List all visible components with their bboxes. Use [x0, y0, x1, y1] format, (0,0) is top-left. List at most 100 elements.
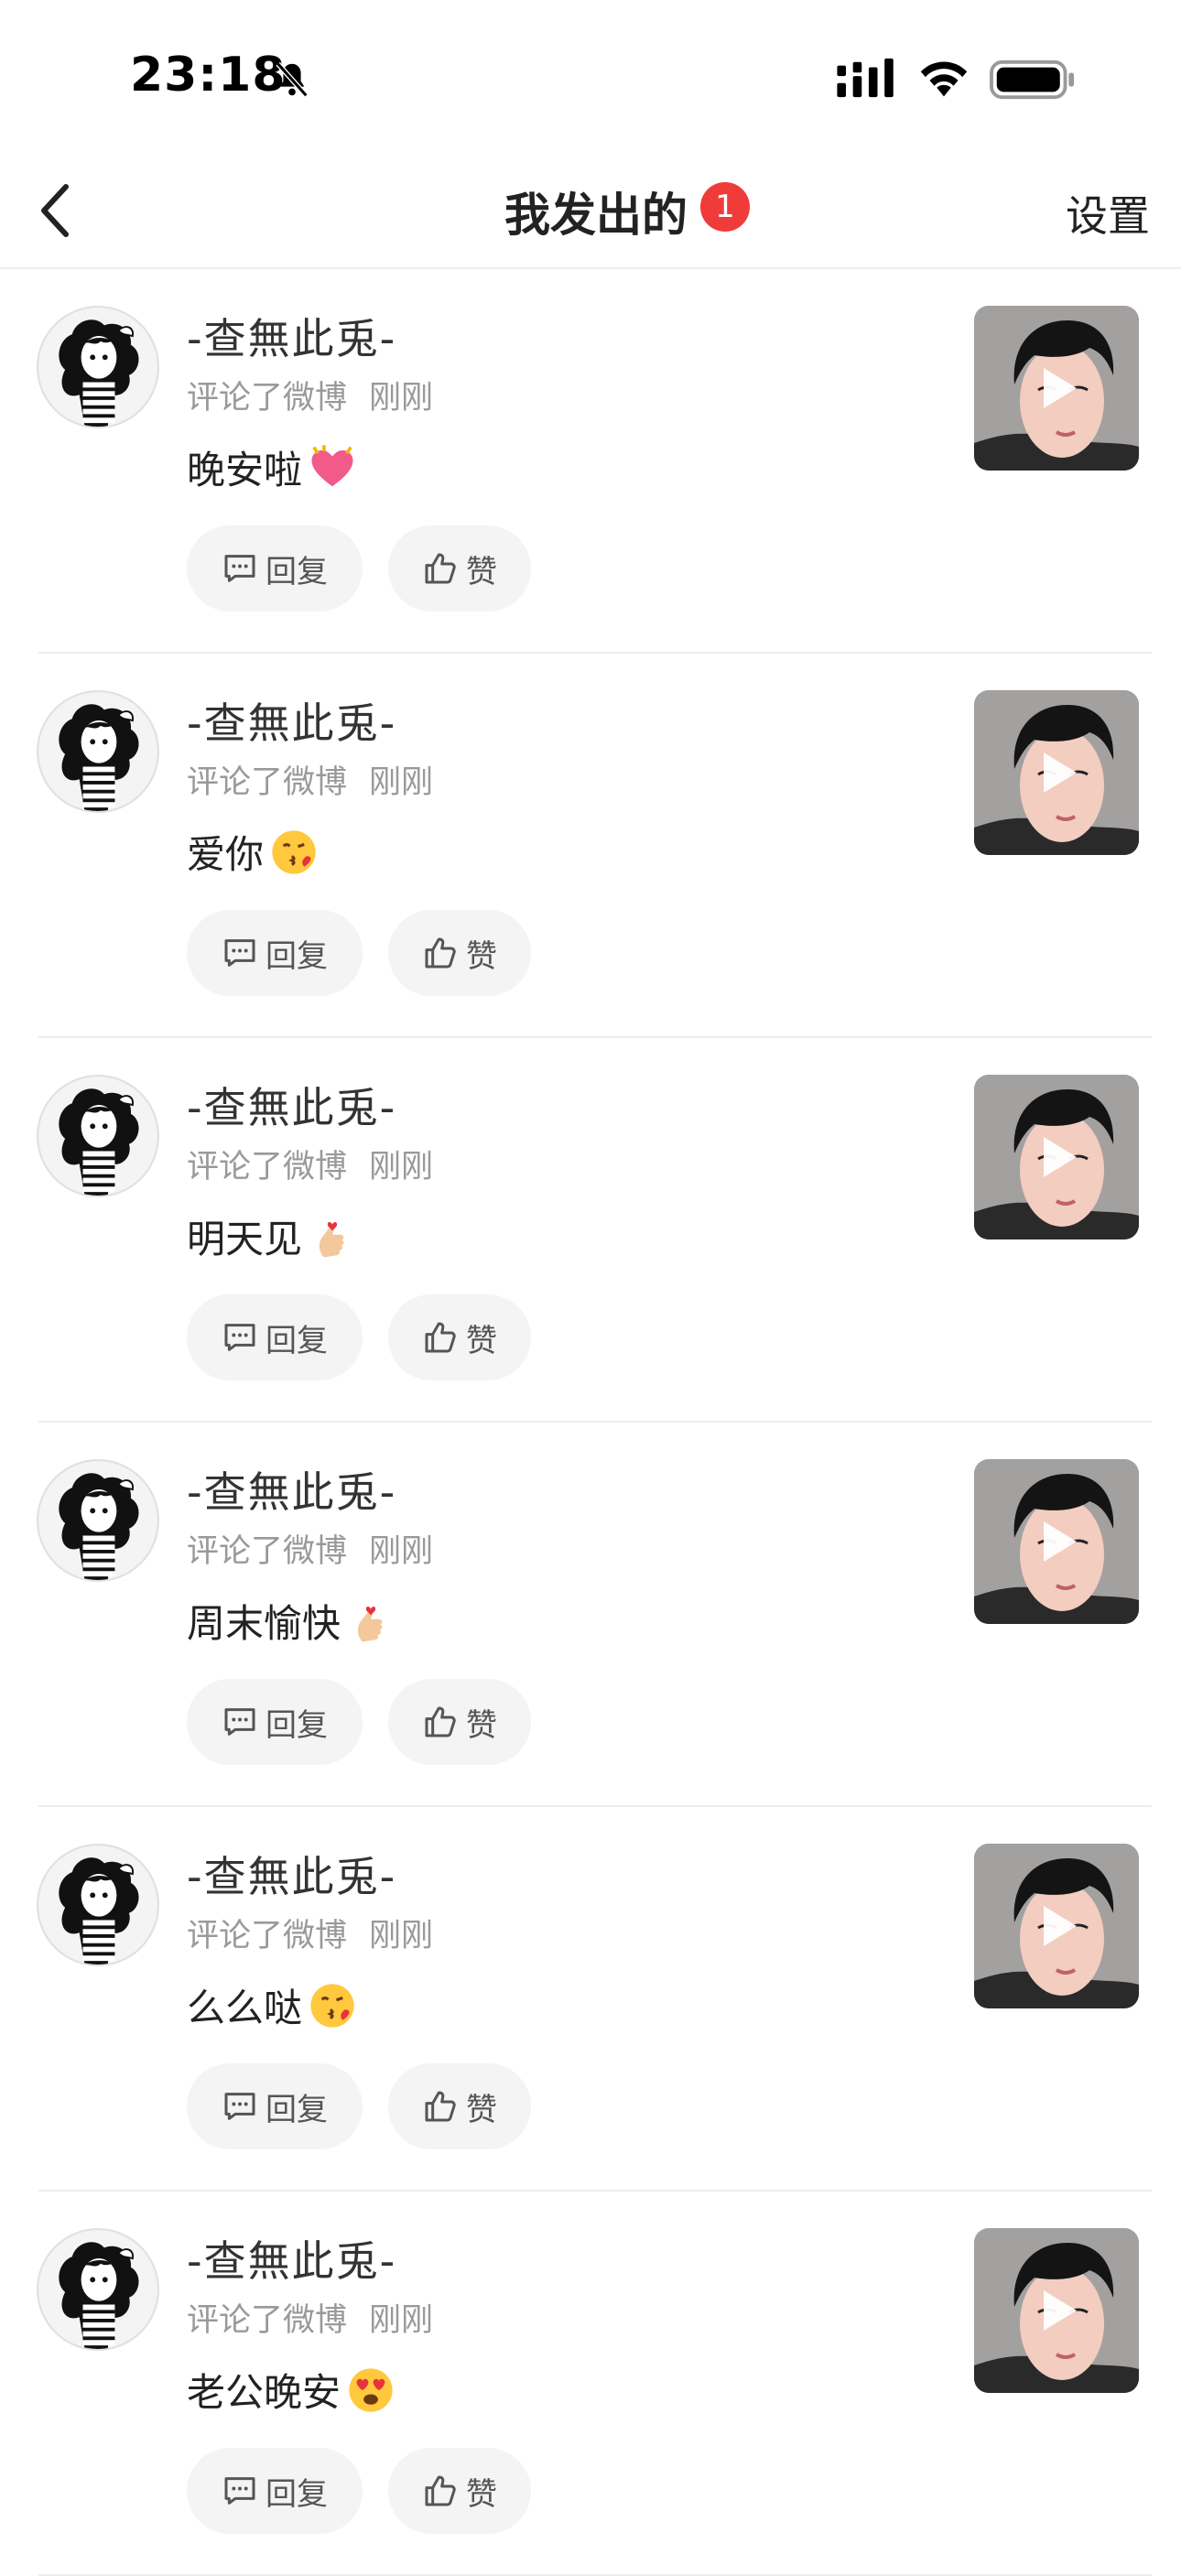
comment-icon [224, 1708, 255, 1736]
reply-label: 回复 [265, 2091, 328, 2128]
thumbs-up-icon [425, 2091, 456, 2122]
avatar[interactable] [37, 1844, 159, 1966]
action-text: 评论了微博 [187, 1918, 348, 1954]
avatar[interactable] [37, 1459, 159, 1582]
bell-slash-icon [276, 61, 309, 98]
like-button[interactable]: 赞 [388, 1679, 531, 1765]
status-bar: 23:18 [0, 0, 1181, 156]
username[interactable]: -查無此兎- [187, 1844, 396, 1904]
timestamp: 刚刚 [369, 1918, 434, 1954]
status-time: 23:18 [130, 48, 287, 103]
reply-button[interactable]: 回复 [187, 1679, 363, 1765]
meta: 评论了微博 刚刚 [187, 1910, 433, 1956]
timestamp: 刚刚 [369, 764, 434, 801]
meta: 评论了微博 刚刚 [187, 756, 433, 803]
comment-text: 么么哒 [187, 1977, 357, 2033]
reply-label: 回复 [265, 937, 328, 975]
back-button[interactable] [20, 176, 90, 245]
post-thumbnail[interactable] [974, 1075, 1139, 1239]
username[interactable]: -查無此兎- [187, 1459, 396, 1520]
comment-text: 爱你 [187, 824, 319, 880]
reply-button[interactable]: 回复 [187, 2448, 363, 2534]
timestamp: 刚刚 [369, 2302, 434, 2339]
finger-heart-emoji [346, 1596, 395, 1646]
meta: 评论了微博 刚刚 [187, 372, 433, 418]
action-text: 评论了微博 [187, 1533, 348, 1570]
list-item[interactable]: -查無此兎- 评论了微博 刚刚 明天见 回复 赞 [0, 1038, 1181, 1423]
comment-body: 么么哒 [187, 1986, 303, 2030]
comment-body: 周末愉快 [187, 1601, 341, 1646]
thumbs-up-icon [425, 2475, 456, 2506]
comment-body: 老公晚安 [187, 2370, 341, 2415]
comment-text: 周末愉快 [187, 1593, 395, 1649]
battery-icon [990, 60, 1075, 100]
post-thumbnail[interactable] [974, 1459, 1139, 1624]
list-item[interactable]: -查無此兎- 评论了微博 刚刚 老公晚安 回复 赞 [0, 2192, 1181, 2576]
reply-button[interactable]: 回复 [187, 910, 363, 996]
comment-body: 爱你 [187, 832, 265, 877]
like-button[interactable]: 赞 [388, 525, 531, 612]
nav-bar: 我发出的 1 设置 [0, 156, 1181, 269]
like-button[interactable]: 赞 [388, 2448, 531, 2534]
thumbs-up-icon [425, 1706, 456, 1737]
like-button[interactable]: 赞 [388, 1294, 531, 1380]
comment-icon [224, 1324, 255, 1351]
list-item[interactable]: -查無此兎- 评论了微博 刚刚 周末愉快 回复 赞 [0, 1423, 1181, 1807]
post-thumbnail[interactable] [974, 690, 1139, 855]
heart-with-ribbon-emoji [308, 443, 357, 492]
list-item[interactable]: -查無此兎- 评论了微博 刚刚 晚安啦 回复 赞 [0, 269, 1181, 654]
kissing-face-emoji [269, 828, 319, 877]
reply-label: 回复 [265, 1706, 328, 1744]
wifi-icon [920, 61, 968, 97]
meta: 评论了微博 刚刚 [187, 1141, 433, 1187]
action-text: 评论了微博 [187, 1149, 348, 1185]
timestamp: 刚刚 [369, 1149, 434, 1185]
comment-list: -查無此兎- 评论了微博 刚刚 晚安啦 回复 赞 -查無此兎- 评论了微博 刚刚… [0, 269, 1181, 2576]
post-thumbnail[interactable] [974, 306, 1139, 471]
unread-badge: 1 [700, 182, 750, 232]
username[interactable]: -查無此兎- [187, 1075, 396, 1135]
comment-icon [224, 2093, 255, 2120]
chevron-left-icon [41, 184, 69, 237]
thumbs-up-icon [425, 1322, 456, 1353]
comment-icon [224, 555, 255, 582]
like-button[interactable]: 赞 [388, 910, 531, 996]
play-icon [1044, 1521, 1077, 1562]
action-text: 评论了微博 [187, 380, 348, 417]
comment-text: 老公晚安 [187, 2362, 395, 2418]
action-text: 评论了微博 [187, 764, 348, 801]
post-thumbnail[interactable] [974, 2228, 1139, 2393]
play-icon [1044, 1906, 1077, 1946]
timestamp: 刚刚 [369, 1533, 434, 1570]
timestamp: 刚刚 [369, 380, 434, 417]
finger-heart-emoji [308, 1212, 357, 1261]
meta: 评论了微博 刚刚 [187, 1525, 433, 1572]
reply-button[interactable]: 回复 [187, 525, 363, 612]
cellular-signal-icon [837, 58, 894, 98]
meta: 评论了微博 刚刚 [187, 2294, 433, 2341]
thumbs-up-icon [425, 937, 456, 969]
comment-text: 晚安啦 [187, 439, 357, 495]
reply-button[interactable]: 回复 [187, 1294, 363, 1380]
heart-eyes-emoji [346, 2365, 395, 2415]
reply-label: 回复 [265, 2475, 328, 2513]
reply-button[interactable]: 回复 [187, 2063, 363, 2149]
nav-title-wrap: 我发出的 1 [0, 156, 1181, 267]
username[interactable]: -查無此兎- [187, 690, 396, 751]
username[interactable]: -查無此兎- [187, 2228, 396, 2289]
settings-button[interactable]: 设置 [1066, 183, 1150, 244]
like-label: 赞 [466, 937, 497, 975]
avatar[interactable] [37, 306, 159, 428]
page-title: 我发出的 [504, 189, 688, 242]
thumbs-up-icon [425, 553, 456, 584]
username[interactable]: -查無此兎- [187, 306, 396, 366]
avatar[interactable] [37, 2228, 159, 2351]
post-thumbnail[interactable] [974, 1844, 1139, 2008]
avatar[interactable] [37, 1075, 159, 1197]
list-item[interactable]: -查無此兎- 评论了微博 刚刚 么么哒 回复 赞 [0, 1807, 1181, 2192]
avatar[interactable] [37, 690, 159, 813]
comment-body: 明天见 [187, 1217, 303, 1261]
like-label: 赞 [466, 1322, 497, 1359]
list-item[interactable]: -查無此兎- 评论了微博 刚刚 爱你 回复 赞 [0, 654, 1181, 1038]
like-button[interactable]: 赞 [388, 2063, 531, 2149]
